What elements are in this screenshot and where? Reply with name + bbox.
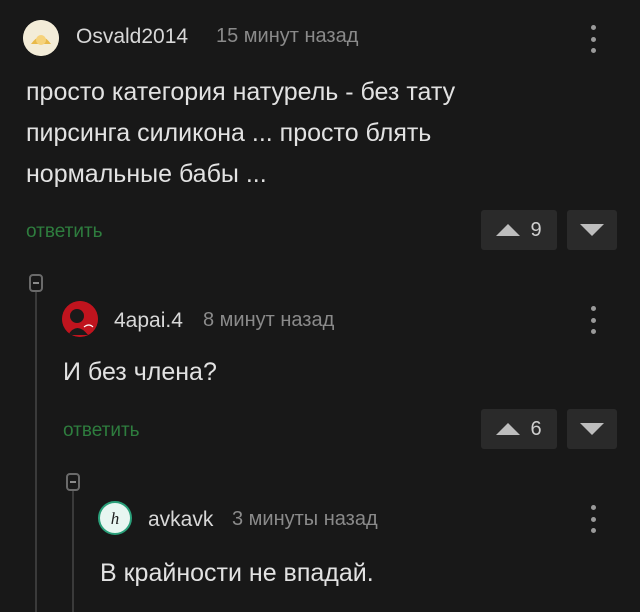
- comment-text-line: нормальные бабы ...: [26, 160, 267, 188]
- svg-text:h: h: [111, 509, 120, 528]
- upvote-icon: [496, 224, 521, 236]
- comment-time: 8 минут назад: [203, 309, 335, 331]
- comment-text-line: пирсинга силикона ... просто блять: [26, 119, 432, 147]
- vote-count: 6: [530, 417, 542, 440]
- avatar[interactable]: [23, 20, 59, 56]
- comment-time: 3 минуты назад: [232, 508, 378, 530]
- thread-line[interactable]: [72, 485, 74, 612]
- avatar-image: h: [111, 509, 120, 528]
- downvote-button[interactable]: [567, 409, 617, 449]
- more-vertical-icon[interactable]: [589, 25, 597, 53]
- thread-line[interactable]: [35, 286, 37, 612]
- downvote-icon: [580, 224, 604, 236]
- avatar[interactable]: [62, 301, 98, 337]
- comment-username[interactable]: Osvald2014: [76, 25, 188, 49]
- collapse-thread-icon[interactable]: [29, 274, 43, 292]
- comment-text-line: просто категория натурель - без тату: [26, 78, 456, 106]
- comment-time: 15 минут назад: [216, 25, 359, 47]
- avatar[interactable]: h: [98, 501, 132, 535]
- upvote-button[interactable]: 6: [481, 409, 557, 449]
- upvote-button[interactable]: 9: [481, 210, 557, 250]
- downvote-button[interactable]: [567, 210, 617, 250]
- more-vertical-icon[interactable]: [589, 306, 597, 334]
- comment-text-line: И без члена?: [63, 358, 217, 386]
- avatar-image: [62, 301, 98, 337]
- upvote-icon: [496, 423, 521, 435]
- comment-username[interactable]: avkavk: [148, 508, 213, 532]
- downvote-icon: [580, 423, 604, 435]
- comment-text-line: В крайности не впадай.: [100, 559, 374, 587]
- reply-link[interactable]: ответить: [26, 221, 103, 243]
- comment-username[interactable]: 4apai.4: [114, 309, 183, 333]
- reply-link[interactable]: ответить: [63, 420, 140, 442]
- collapse-thread-icon[interactable]: [66, 473, 80, 491]
- more-vertical-icon[interactable]: [589, 505, 597, 533]
- avatar-image: [23, 20, 59, 56]
- vote-count: 9: [530, 218, 542, 241]
